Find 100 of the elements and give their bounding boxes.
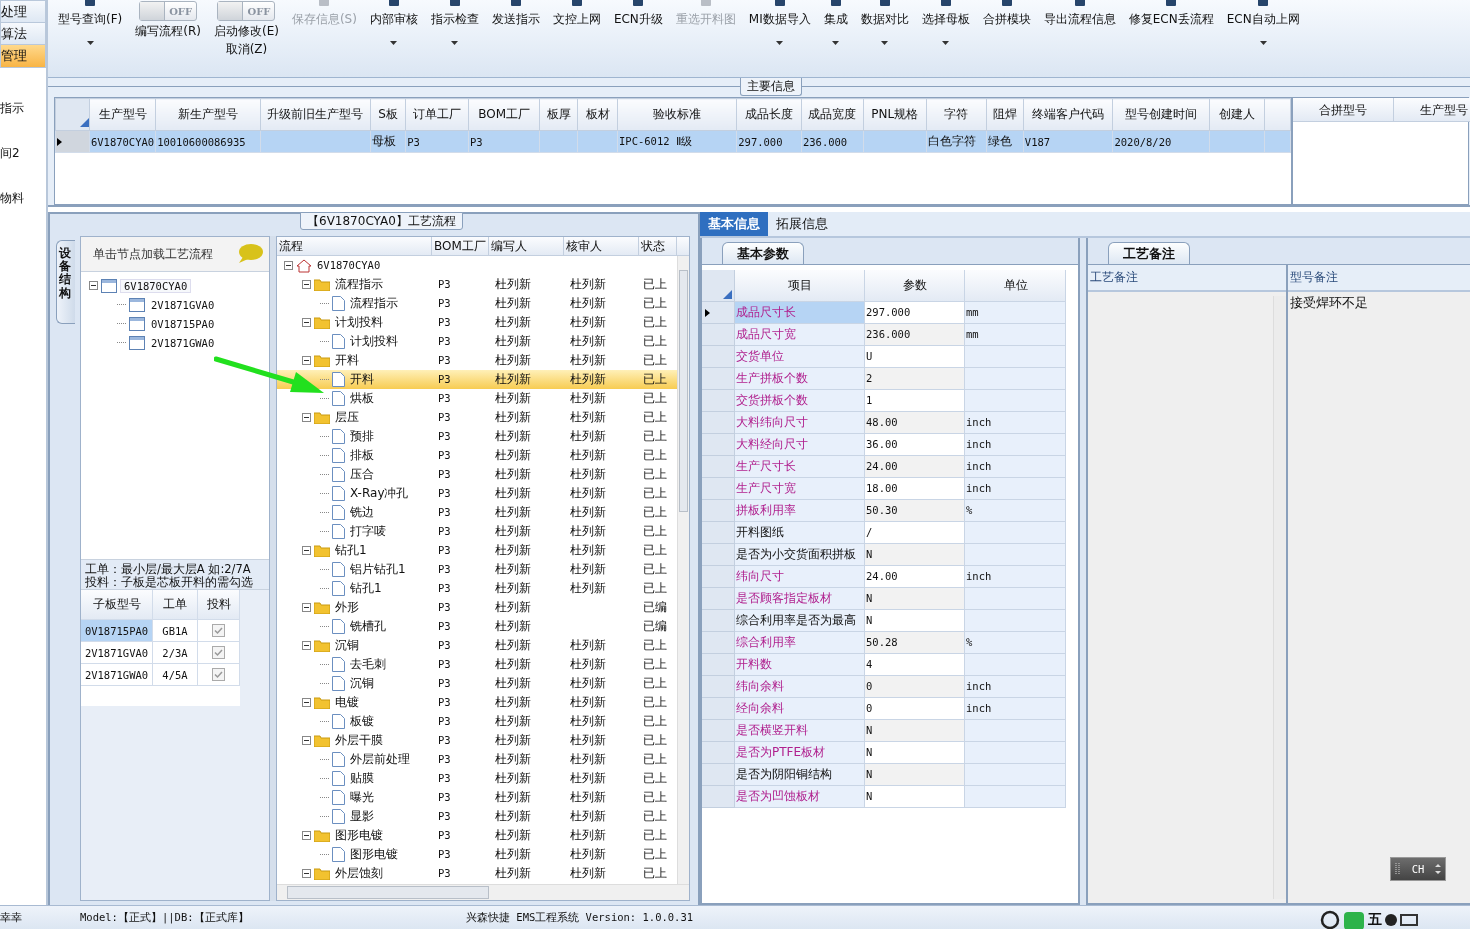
scrollbar[interactable] (277, 884, 689, 900)
tree-item[interactable]: 开料 (348, 370, 374, 389)
column-header[interactable]: 创建人 (1209, 98, 1265, 131)
tree-item[interactable]: 铝片钻孔1 (348, 560, 406, 579)
expander-icon[interactable] (302, 698, 311, 707)
column-header[interactable]: 验收标准 (617, 98, 737, 131)
column-header[interactable]: 子板型号 (81, 590, 153, 620)
column-header[interactable]: 单位 (965, 270, 1066, 302)
expander-icon[interactable] (302, 831, 311, 840)
splitter-handle[interactable] (1080, 238, 1086, 905)
tree-item[interactable]: 外层蚀刻 (333, 864, 383, 883)
tree-item[interactable]: 外层前处理 (348, 750, 410, 769)
tree-item[interactable]: 沉铜 (348, 674, 374, 693)
sidebar-item[interactable]: 物料 (0, 190, 46, 207)
column-header[interactable]: 生产型号 (89, 98, 156, 131)
expander-icon[interactable] (302, 413, 311, 422)
column-header[interactable]: 成品宽度 (801, 98, 864, 131)
tree-item[interactable]: 预排 (348, 427, 374, 446)
expander-icon[interactable] (284, 261, 293, 270)
checkbox[interactable] (212, 668, 225, 681)
tab[interactable]: 基本参数 (722, 242, 804, 264)
tree-item[interactable]: 沉铜 (333, 636, 359, 655)
expander-icon[interactable] (302, 318, 311, 327)
column-header[interactable]: 状态 (639, 237, 677, 255)
tree-item[interactable]: 曝光 (348, 788, 374, 807)
tree-item[interactable]: 铣边 (348, 503, 374, 522)
tree-item[interactable]: 钻孔1 (348, 579, 382, 598)
sidebar-item[interactable]: 间2 (0, 145, 46, 162)
tree-item[interactable]: 打字唛 (348, 522, 386, 541)
tab[interactable]: 工艺备注 (1108, 242, 1190, 264)
expander-icon[interactable] (302, 641, 311, 650)
tree-item[interactable]: 流程指示 (348, 294, 398, 313)
column-header[interactable]: 投料 (198, 590, 240, 620)
toolbar-button[interactable]: 数据对比 (860, 0, 909, 59)
toolbar-button[interactable]: 选择母板 (921, 0, 970, 59)
tree-item[interactable]: 2V1871GVA0 (148, 298, 218, 311)
toolbar-button[interactable]: 集成 (823, 0, 848, 59)
column-header[interactable]: 型号创建时间 (1112, 98, 1210, 131)
tree-item[interactable]: 6V1870CYA0 (315, 256, 381, 275)
column-header[interactable]: 项目 (735, 270, 865, 302)
tree-item[interactable]: 去毛刺 (348, 655, 386, 674)
sidebar-button[interactable]: 管理 (0, 44, 46, 68)
tree-item[interactable]: 2V1871GWA0 (148, 336, 218, 349)
toolbar-button[interactable]: 内部审核 (369, 0, 418, 59)
sidebar-item[interactable]: 指示 (0, 100, 46, 117)
expander-icon[interactable] (302, 869, 311, 878)
column-header[interactable]: BOM工厂 (468, 98, 540, 131)
toolbar-button[interactable]: 型号查询(F) (58, 0, 123, 59)
column-header[interactable]: 升级前旧生产型号 (260, 98, 371, 131)
tree-item[interactable]: 贴膜 (348, 769, 374, 788)
column-header[interactable]: 订单工厂 (405, 98, 469, 131)
column-header[interactable]: S板 (370, 98, 406, 131)
column-header[interactable]: 流程 (277, 237, 432, 255)
toolbar-button[interactable]: 合拼模块 (982, 0, 1031, 59)
toolbar-button[interactable]: 发送指示 (491, 0, 540, 59)
column-header[interactable]: 板厚 (539, 98, 578, 131)
checkbox[interactable] (212, 646, 225, 659)
column-header[interactable]: 字符 (926, 98, 987, 131)
tree-item[interactable]: 外层干膜 (333, 731, 383, 750)
expander-icon[interactable] (302, 356, 311, 365)
column-header[interactable]: 核审人 (564, 237, 639, 255)
tree-item[interactable]: 板镀 (348, 712, 374, 731)
tree-item[interactable]: 排板 (348, 446, 374, 465)
tree-item[interactable]: 0V18715PA0 (148, 317, 218, 330)
tree-item[interactable]: 外形 (333, 598, 359, 617)
toolbar-button[interactable]: 导出流程信息 (1043, 0, 1116, 59)
toolbar-button[interactable]: MI数据导入 (748, 0, 811, 59)
expander-icon[interactable] (302, 546, 311, 555)
column-header[interactable]: 成品长度 (736, 98, 802, 131)
expander-icon[interactable] (302, 736, 311, 745)
column-header[interactable]: 新生产型号 (155, 98, 261, 131)
tree-item[interactable]: 流程指示 (333, 275, 383, 294)
tree-item[interactable]: 计划投料 (333, 313, 383, 332)
splitter-handle[interactable] (270, 236, 276, 901)
column-header[interactable]: 编写人 (489, 237, 564, 255)
tree-item[interactable]: 铣槽孔 (348, 617, 386, 636)
tab[interactable]: 拓展信息 (768, 212, 836, 236)
column-header[interactable]: 生产型号 (1394, 98, 1470, 122)
toolbar-button[interactable]: 修复ECN丢流程 (1128, 0, 1214, 59)
column-header[interactable]: PNL规格 (863, 98, 927, 131)
column-header[interactable]: 工单 (153, 590, 198, 620)
tree-item[interactable]: 图形电镀 (348, 845, 398, 864)
expander-icon[interactable] (89, 281, 98, 290)
checkbox[interactable] (212, 624, 225, 637)
tree-item[interactable]: 压合 (348, 465, 374, 484)
expander-icon[interactable] (302, 603, 311, 612)
toolbar-button[interactable]: ECN升级 (613, 0, 663, 59)
tree-item[interactable]: 电镀 (333, 693, 359, 712)
tree-item[interactable]: 显影 (348, 807, 374, 826)
column-header[interactable]: 参数 (865, 270, 965, 302)
tree-item[interactable]: 6V1870CYA0 (120, 278, 192, 293)
tab[interactable]: 基本信息 (700, 212, 768, 236)
toolbar-button[interactable]: ECN自动上网 (1226, 0, 1300, 59)
scrollbar[interactable] (677, 256, 689, 884)
tree-item[interactable]: X-Ray冲孔 (348, 484, 409, 503)
column-header[interactable]: 合拼型号 (1293, 98, 1394, 122)
column-header[interactable]: BOM工厂 (432, 237, 489, 255)
ime-toolbar[interactable]: CH (1390, 857, 1446, 881)
sidebar-button[interactable]: 处理 (0, 0, 46, 24)
expander-icon[interactable] (302, 280, 311, 289)
